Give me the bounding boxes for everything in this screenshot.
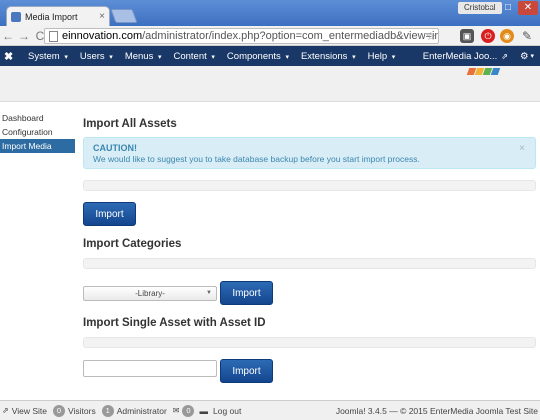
back-icon[interactable]: ←	[0, 29, 16, 43]
close-window-icon[interactable]: ✕	[518, 1, 538, 15]
view-site-link[interactable]: View Site	[12, 406, 47, 416]
caret-down-icon: ▾	[391, 53, 396, 61]
caret-down-icon: ▾	[211, 53, 215, 61]
extension-circle-icon[interactable]: ◉	[500, 29, 514, 43]
caret-down-icon: ▾	[64, 53, 68, 61]
address-bar[interactable]: einnovation.com/administrator/index.php?…	[44, 28, 439, 44]
joomla-logo-icon[interactable]: ✖	[4, 50, 22, 63]
import-all-heading: Import All Assets	[83, 118, 177, 130]
new-tab-button[interactable]	[110, 9, 138, 23]
footer-text: Joomla! 3.4.5 — © 2015 EnterMedia Joomla…	[335, 406, 538, 416]
status-bar: ⇗ View Site 0 Visitors 1 Administrator ✉…	[0, 400, 540, 420]
library-select[interactable]: -Library- ▼	[83, 286, 217, 301]
menu-label: System	[28, 50, 60, 62]
status-left: ⇗ View Site 0 Visitors 1 Administrator ✉…	[0, 404, 247, 417]
address-url: einnovation.com/administrator/index.php?…	[62, 30, 439, 42]
forward-icon[interactable]: →	[16, 29, 32, 43]
browser-tab[interactable]: Media Import ×	[6, 6, 110, 26]
asset-id-input[interactable]	[83, 360, 217, 377]
minimize-icon[interactable]: –	[482, 1, 498, 15]
visitors-label: Visitors	[67, 405, 96, 416]
external-link-icon[interactable]: ⇗	[501, 52, 508, 61]
menu-label: Users	[79, 50, 105, 62]
visitors-badge: 0	[52, 404, 65, 417]
menu-content[interactable]: Content ▾	[167, 51, 220, 62]
sidebar: Dashboard Configuration Import Media	[0, 111, 75, 153]
entermedia-logo-icon	[466, 66, 502, 75]
admin-label: Administrator	[116, 405, 167, 416]
alert-title: CAUTION!	[93, 143, 137, 153]
browser-toolbar: ← → C einnovation.com/administrator/inde…	[0, 26, 540, 46]
sidebar-item-import-media[interactable]: Import Media	[0, 139, 75, 153]
admin-menu: System ▾ Users ▾ Menus ▾ Content ▾ Compo…	[22, 51, 401, 62]
subhead-bar	[0, 66, 540, 102]
power-icon[interactable]: ⏻	[481, 29, 495, 43]
messages-badge[interactable]: 0	[182, 404, 195, 417]
sidebar-item-configuration[interactable]: Configuration	[0, 125, 75, 139]
logout-link[interactable]: Log out	[213, 406, 241, 416]
caret-down-icon: ▾	[157, 53, 162, 61]
site-name-link[interactable]: EnterMedia Joo...	[423, 51, 497, 62]
wrench-icon[interactable]: ✎	[520, 29, 534, 43]
browser-titlebar: Media Import × Cristobal – □ ✕	[0, 0, 540, 26]
import-categories-progress	[83, 258, 536, 269]
select-value: -Library-	[135, 289, 165, 298]
import-categories-button[interactable]: Import	[220, 281, 273, 305]
tab-close-icon[interactable]: ×	[99, 11, 105, 22]
caret-down-icon: ▾	[285, 53, 289, 61]
bookmark-star-icon[interactable]: ☆	[426, 30, 436, 43]
caution-alert: CAUTION! We would like to suggest you to…	[83, 137, 536, 169]
select-caret-icon: ▼	[206, 290, 212, 296]
import-all-button[interactable]: Import	[83, 202, 136, 226]
caret-down-icon[interactable]: ▾	[530, 52, 534, 60]
menu-label: Menus	[124, 50, 154, 62]
joomla-favicon-icon	[11, 11, 21, 22]
import-all-progress	[83, 180, 536, 191]
page-icon	[49, 30, 58, 42]
menu-label: Help	[367, 50, 388, 62]
menu-menus[interactable]: Menus ▾	[119, 51, 168, 62]
menu-help[interactable]: Help ▾	[362, 51, 402, 62]
menu-label: Extensions	[300, 50, 348, 62]
external-link-icon: ⇗	[2, 406, 9, 415]
gear-icon[interactable]: ⚙	[520, 51, 529, 62]
extension-icon[interactable]: ▣	[460, 29, 474, 43]
menu-extensions[interactable]: Extensions ▾	[295, 51, 362, 62]
navbar-right: EnterMedia Joo... ⇗ ⚙ ▾	[423, 46, 534, 66]
tab-title: Media Import	[25, 11, 78, 22]
admin-badge: 1	[101, 404, 114, 417]
menu-label: Content	[173, 50, 207, 62]
alert-close-icon[interactable]: ×	[519, 143, 525, 154]
menu-label: Components	[226, 50, 281, 62]
menu-users[interactable]: Users ▾	[74, 51, 119, 62]
menu-system[interactable]: System ▾	[22, 51, 74, 62]
caret-down-icon: ▾	[109, 53, 113, 61]
url-host: einnovation.com	[62, 30, 143, 42]
joomla-admin-navbar: ✖ System ▾ Users ▾ Menus ▾ Content ▾ Com…	[0, 46, 540, 66]
sidebar-item-dashboard[interactable]: Dashboard	[0, 111, 75, 125]
import-single-button[interactable]: Import	[220, 359, 273, 383]
alert-text: We would like to suggest you to take dat…	[93, 154, 420, 164]
envelope-icon: ✉	[172, 406, 180, 415]
import-single-progress	[83, 337, 536, 348]
maximize-icon[interactable]: □	[500, 1, 516, 15]
minus-icon: ▬	[199, 405, 208, 416]
menu-components[interactable]: Components ▾	[221, 51, 295, 62]
import-single-heading: Import Single Asset with Asset ID	[83, 317, 266, 329]
caret-down-icon: ▾	[352, 53, 356, 61]
url-path: /administrator/index.php?option=com_ente…	[142, 30, 439, 42]
import-categories-heading: Import Categories	[83, 238, 182, 250]
